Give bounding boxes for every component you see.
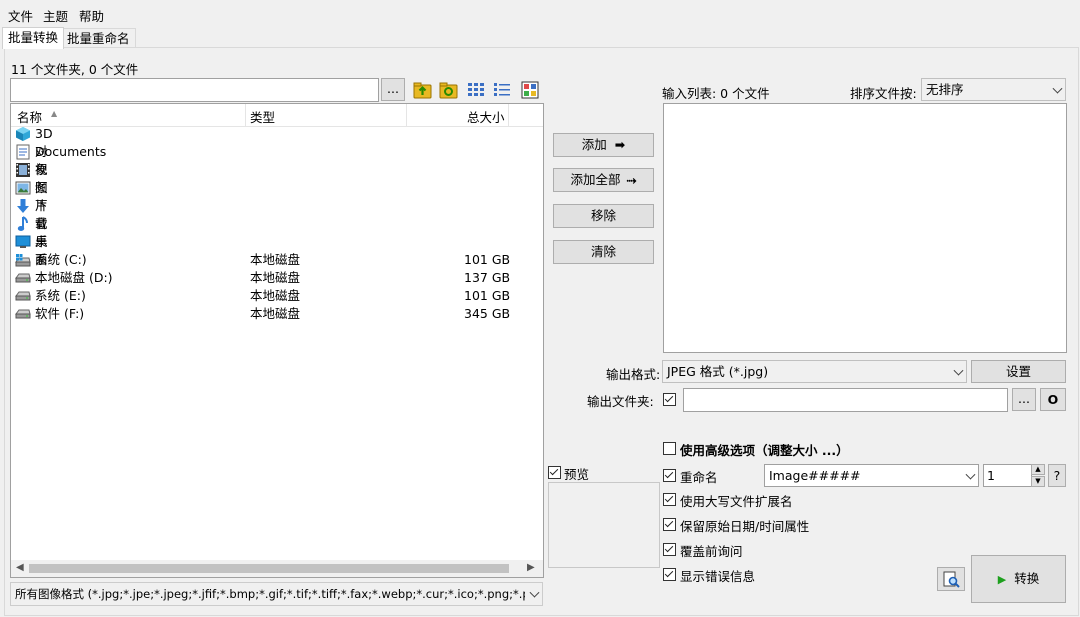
- stepper-down-icon[interactable]: ▼: [1031, 476, 1045, 487]
- advanced-options-label: 使用高级选项（调整大小 ...）: [680, 443, 849, 458]
- rename-start-stepper[interactable]: 1: [983, 464, 1032, 487]
- convert-button[interactable]: ▶ 转换: [971, 555, 1066, 603]
- column-type[interactable]: 类型: [250, 107, 275, 126]
- file-list[interactable]: 名称 ▲ 类型 总大小 3D 对象 Documents 视频 图片 下载 音乐 …: [10, 103, 544, 578]
- pictures-icon: [15, 181, 31, 195]
- add-button[interactable]: 添加 ➡: [553, 133, 654, 157]
- preview-file-button[interactable]: [937, 567, 965, 591]
- add-all-button[interactable]: 添加全部 ⤑: [553, 168, 654, 192]
- uppercase-ext-checkbox[interactable]: [663, 493, 676, 506]
- 3d-objects-icon: [16, 127, 30, 141]
- output-format-select[interactable]: JPEG 格式 (*.jpg): [662, 360, 967, 383]
- video-icon: [16, 163, 30, 177]
- file-list-header: 名称 ▲ 类型 总大小: [11, 104, 543, 127]
- scroll-left-icon[interactable]: ◀: [16, 562, 24, 573]
- documents-icon: [16, 144, 30, 160]
- path-input[interactable]: [10, 78, 379, 102]
- chevron-down-icon: [965, 469, 976, 480]
- preview-label: 预览: [564, 467, 590, 482]
- folder-up-icon[interactable]: [413, 80, 433, 100]
- menu-file[interactable]: 文件: [8, 6, 33, 25]
- horizontal-scrollbar[interactable]: ◀ ▶: [11, 560, 543, 577]
- rename-label: 重命名: [680, 470, 718, 485]
- arrow-right-icon: ⤑: [626, 172, 637, 187]
- list-item[interactable]: 软件 (F:) 本地磁盘 345 GB: [15, 305, 535, 323]
- drive-icon: [15, 309, 31, 319]
- output-format-label: 输出格式:: [606, 367, 661, 382]
- list-view-icon[interactable]: [466, 80, 486, 100]
- chevron-down-icon: [1052, 83, 1063, 94]
- magnifier-icon: [943, 571, 960, 588]
- play-icon: ▶: [997, 573, 1007, 586]
- system-drive-icon: [15, 254, 31, 267]
- clear-button[interactable]: 清除: [553, 240, 654, 264]
- column-name[interactable]: 名称: [17, 107, 42, 126]
- folder-status: 11 个文件夹, 0 个文件: [11, 62, 139, 77]
- open-folder-button[interactable]: O: [1040, 388, 1066, 411]
- keep-datetime-checkbox[interactable]: [663, 518, 676, 531]
- scroll-right-icon[interactable]: ▶: [527, 562, 535, 573]
- sort-asc-icon: ▲: [51, 109, 58, 118]
- arrow-right-icon: ➡: [614, 137, 626, 152]
- uppercase-ext-label: 使用大写文件扩展名: [680, 494, 793, 509]
- scrollbar-thumb[interactable]: [29, 564, 509, 573]
- desktop-icon: [15, 235, 31, 248]
- details-view-icon[interactable]: [492, 80, 512, 100]
- list-item[interactable]: 本地磁盘 (D:) 本地磁盘 137 GB: [15, 269, 535, 287]
- browse-button[interactable]: ...: [381, 78, 405, 101]
- list-item[interactable]: 系统 (E:) 本地磁盘 101 GB: [15, 287, 535, 305]
- advanced-options-checkbox[interactable]: [663, 442, 676, 455]
- tab-batch-rename[interactable]: 批量重命名: [61, 28, 136, 48]
- settings-button[interactable]: 设置: [971, 360, 1066, 383]
- stepper-up-icon[interactable]: ▲: [1031, 464, 1045, 475]
- drive-icon: [15, 291, 31, 301]
- file-filter-select[interactable]: 所有图像格式 (*.jpg;*.jpe;*.jpeg;*.jfif;*.bmp;…: [10, 582, 543, 606]
- music-icon: [17, 216, 28, 231]
- input-file-list[interactable]: [663, 103, 1067, 353]
- folder-refresh-icon[interactable]: [439, 80, 459, 100]
- menu-theme[interactable]: 主题: [43, 6, 68, 25]
- download-icon: [17, 199, 29, 213]
- output-folder-input[interactable]: [683, 388, 1008, 412]
- sort-label: 排序文件按:: [850, 86, 917, 101]
- show-errors-label: 显示错误信息: [680, 569, 756, 584]
- preview-checkbox[interactable]: [548, 466, 561, 479]
- chevron-down-icon: [529, 587, 540, 598]
- show-errors-checkbox[interactable]: [663, 568, 676, 581]
- list-item[interactable]: 系统 (C:) 本地磁盘 101 GB: [15, 251, 535, 269]
- preview-area: [548, 482, 660, 568]
- ask-overwrite-checkbox[interactable]: [663, 543, 676, 556]
- sort-select[interactable]: 无排序: [921, 78, 1066, 101]
- rename-checkbox[interactable]: [663, 469, 676, 482]
- menu-help[interactable]: 帮助: [79, 6, 104, 25]
- rename-pattern-select[interactable]: Image#####: [764, 464, 979, 487]
- keep-datetime-label: 保留原始日期/时间属性: [680, 519, 810, 534]
- stepper-buttons[interactable]: ▲ ▼: [1031, 464, 1045, 487]
- input-list-label: 输入列表: 0 个文件: [662, 86, 770, 101]
- chevron-down-icon: [953, 365, 964, 376]
- tab-batch-convert[interactable]: 批量转换: [2, 27, 65, 49]
- column-size[interactable]: 总大小: [467, 107, 505, 126]
- drive-icon: [15, 273, 31, 283]
- ask-overwrite-label: 覆盖前询问: [680, 544, 743, 559]
- thumbnail-view-icon[interactable]: [520, 80, 540, 100]
- remove-button[interactable]: 移除: [553, 204, 654, 228]
- output-folder-label: 输出文件夹:: [587, 394, 654, 409]
- output-browse-button[interactable]: ...: [1012, 388, 1036, 411]
- menu-bar: 文件 主题 帮助: [0, 0, 1080, 26]
- help-button[interactable]: ?: [1048, 464, 1066, 487]
- output-folder-checkbox[interactable]: [663, 393, 676, 406]
